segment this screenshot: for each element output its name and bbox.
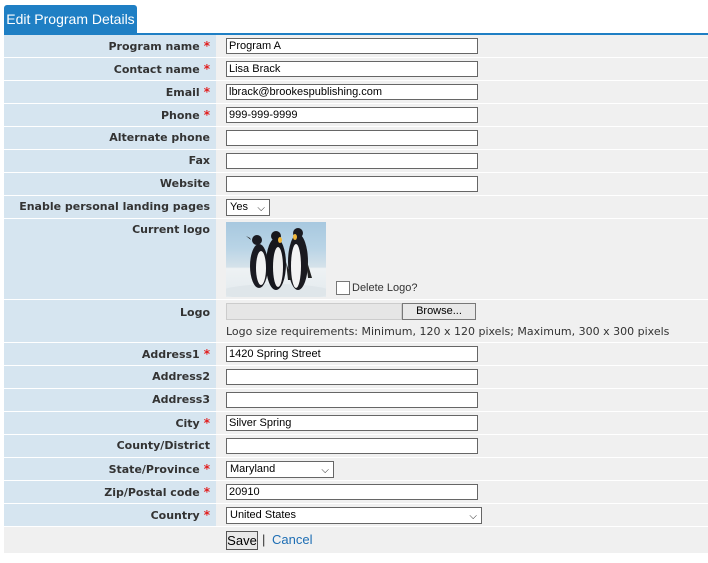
save-button[interactable]: Save (226, 531, 258, 550)
penguins-image (226, 228, 326, 297)
row-fax: Fax (4, 150, 708, 172)
zip-input[interactable]: 20910 (226, 484, 478, 500)
state-select[interactable]: Maryland ⌵ (226, 461, 334, 478)
country-select[interactable]: United States ⌵ (226, 507, 482, 524)
city-input[interactable]: Silver Spring (226, 415, 478, 431)
state-value: Maryland (230, 463, 276, 475)
email-label: Email (165, 86, 200, 99)
required-marker: * (203, 85, 210, 99)
chevron-down-icon: ⌵ (257, 203, 265, 214)
country-value: United States (230, 509, 297, 521)
row-address1: Address1 * 1420 Spring Street (4, 343, 708, 365)
row-state: State/Province * Maryland ⌵ (4, 458, 708, 480)
required-marker: * (203, 485, 210, 499)
current-logo-image (226, 222, 326, 297)
required-marker: * (203, 347, 210, 361)
row-contact-name: Contact name * Lisa Brack (4, 58, 708, 80)
required-marker: * (203, 108, 210, 122)
address3-input[interactable] (226, 392, 478, 408)
website-label: Website (159, 177, 210, 190)
contact-name-label: Contact name (113, 63, 200, 76)
delete-logo-label: Delete Logo? (352, 282, 418, 294)
phone-input[interactable]: 999-999-9999 (226, 107, 478, 123)
row-address3: Address3 (4, 389, 708, 411)
alternate-phone-label: Alternate phone (109, 131, 210, 144)
logo-size-note: Logo size requirements: Minimum, 120 x 1… (226, 325, 670, 338)
logo-label: Logo (180, 306, 210, 319)
email-input[interactable]: lbrack@brookespublishing.com (226, 84, 478, 100)
row-landing-pages: Enable personal landing pages Yes ⌵ (4, 196, 708, 218)
contact-name-input[interactable]: Lisa Brack (226, 61, 478, 77)
row-county: County/District (4, 435, 708, 457)
row-email: Email * lbrack@brookespublishing.com (4, 81, 708, 103)
tab-edit-program-details[interactable]: Edit Program Details (4, 5, 137, 33)
required-marker: * (203, 39, 210, 53)
row-country: Country * United States ⌵ (4, 504, 708, 526)
landing-pages-label: Enable personal landing pages (19, 200, 210, 213)
required-marker: * (203, 416, 210, 430)
fax-label: Fax (188, 154, 210, 167)
country-label: Country (150, 509, 200, 522)
row-actions: Save | Cancel (4, 527, 708, 553)
website-input[interactable] (226, 176, 478, 192)
row-address2: Address2 (4, 366, 708, 388)
alternate-phone-input[interactable] (226, 130, 478, 146)
phone-label: Phone (160, 109, 200, 122)
city-label: City (175, 417, 200, 430)
browse-button[interactable]: Browse... (402, 303, 476, 320)
tab-bar: Edit Program Details (4, 4, 708, 36)
row-alternate-phone: Alternate phone (4, 127, 708, 149)
row-current-logo: Current logo Delete Logo? (4, 219, 708, 299)
county-input[interactable] (226, 438, 478, 454)
program-details-form: Program name * Program A Contact name * Li… (4, 35, 708, 554)
county-label: County/District (116, 439, 210, 452)
row-zip: Zip/Postal code * 20910 (4, 481, 708, 503)
landing-pages-value: Yes (230, 201, 248, 213)
row-logo: Logo Browse... Logo size requirements: M… (4, 300, 708, 342)
program-name-label: Program name (108, 40, 200, 53)
row-program-name: Program name * Program A (4, 35, 708, 57)
current-logo-label: Current logo (132, 223, 210, 236)
row-phone: Phone * 999-999-9999 (4, 104, 708, 126)
required-marker: * (203, 462, 210, 476)
fax-input[interactable] (226, 153, 478, 169)
row-website: Website (4, 173, 708, 195)
row-city: City * Silver Spring (4, 412, 708, 434)
required-marker: * (203, 508, 210, 522)
zip-label: Zip/Postal code (104, 486, 200, 499)
chevron-down-icon: ⌵ (321, 465, 329, 476)
address2-label: Address2 (152, 370, 210, 383)
program-name-input[interactable]: Program A (226, 38, 478, 54)
delete-logo-checkbox[interactable] (336, 281, 350, 295)
address3-label: Address3 (152, 393, 210, 406)
address2-input[interactable] (226, 369, 478, 385)
action-separator: | (262, 532, 266, 547)
chevron-down-icon: ⌵ (469, 511, 477, 522)
landing-pages-select[interactable]: Yes ⌵ (226, 199, 270, 216)
address1-input[interactable]: 1420 Spring Street (226, 346, 478, 362)
cancel-link[interactable]: Cancel (272, 532, 312, 547)
logo-file-field[interactable] (226, 303, 402, 320)
address1-label: Address1 (141, 348, 200, 361)
required-marker: * (203, 62, 210, 76)
state-label: State/Province (108, 463, 200, 476)
